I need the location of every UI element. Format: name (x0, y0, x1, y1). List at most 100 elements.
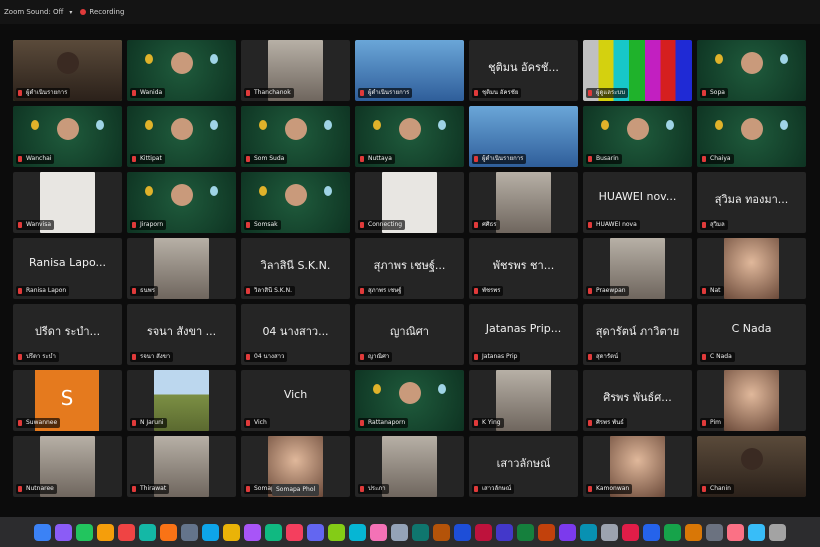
muted-mic-icon (702, 222, 706, 228)
participant-tile[interactable]: S Suwannee (13, 370, 122, 431)
dock-app-icon[interactable] (706, 523, 723, 541)
dock-app-icon[interactable] (769, 523, 786, 541)
dock-app-icon[interactable] (223, 523, 240, 541)
dock-app-icon[interactable] (559, 523, 576, 541)
muted-mic-icon (474, 420, 478, 426)
participant-tile[interactable]: Thanchanok (241, 40, 350, 101)
dock-app-icon[interactable] (118, 523, 135, 541)
decoration-icon (145, 120, 153, 130)
participant-tile[interactable]: ปรีดา ระบำ... ปรีดา ระบำ (13, 304, 122, 365)
dock-app-icon[interactable] (55, 523, 72, 541)
dock-app-icon[interactable] (517, 523, 534, 541)
participant-tile[interactable]: พัชรพร ชา... พัชรพร (469, 238, 578, 299)
dock-app-icon[interactable] (370, 523, 387, 541)
participant-tile[interactable]: สุดารัตน์ ภาวิตาย สุดารัตน์ (583, 304, 692, 365)
participant-tile[interactable]: Wanvisa (13, 172, 122, 233)
participant-tile[interactable]: สุวิมล ทองมา... สุวิมล (697, 172, 806, 233)
participant-tile[interactable]: ประภา (355, 436, 464, 497)
participant-tile[interactable]: Nutnaree (13, 436, 122, 497)
participant-tile[interactable]: K Ying (469, 370, 578, 431)
participant-tile[interactable]: Nat (697, 238, 806, 299)
muted-mic-icon (132, 288, 136, 294)
participant-tile[interactable]: Chaiya (697, 106, 806, 167)
participant-display-name: วิลาสินี S.K.N. (260, 259, 331, 272)
participant-tile[interactable]: ชุติมน อัครชั... ชุติมน อัครชัย (469, 40, 578, 101)
dock-app-icon[interactable] (349, 523, 366, 541)
participant-tile[interactable]: Kittipat (127, 106, 236, 167)
muted-mic-icon (702, 354, 706, 360)
participant-tile[interactable]: Vich Vich (241, 370, 350, 431)
participant-tile[interactable]: 04 นางสาว... 04 นางสาว (241, 304, 350, 365)
dock-app-icon[interactable] (475, 523, 492, 541)
dock-app-icon[interactable] (727, 523, 744, 541)
dock-app-icon[interactable] (412, 523, 429, 541)
participant-tile[interactable]: Nuttaya (355, 106, 464, 167)
recording-label: Recording (89, 8, 125, 16)
dock-app-icon[interactable] (748, 523, 765, 541)
participant-tile[interactable]: สุภาพร เชษฐ์... สุภาพร เชษฐ์ (355, 238, 464, 299)
participant-tile[interactable]: Busarin (583, 106, 692, 167)
dock-app-icon[interactable] (433, 523, 450, 541)
participant-tile[interactable]: Wanchai (13, 106, 122, 167)
participant-tile[interactable]: Rattanaporn (355, 370, 464, 431)
participant-tile[interactable]: N Jaruni (127, 370, 236, 431)
participant-tile[interactable]: Connecting (355, 172, 464, 233)
dock-app-icon[interactable] (181, 523, 198, 541)
participant-tile[interactable]: Ranisa Lapo... Ranisa Lapon (13, 238, 122, 299)
participant-tile[interactable]: C Nada C Nada (697, 304, 806, 365)
dock-app-icon[interactable] (328, 523, 345, 541)
participant-tile[interactable]: Chanin (697, 436, 806, 497)
participant-video (56, 52, 79, 74)
dock-app-icon[interactable] (601, 523, 618, 541)
dock-app-icon[interactable] (685, 523, 702, 541)
muted-mic-icon (132, 222, 136, 228)
participant-tile[interactable]: ธนพร (127, 238, 236, 299)
participant-tile[interactable]: Jiraporn (127, 172, 236, 233)
dock-app-icon[interactable] (622, 523, 639, 541)
participant-tile[interactable]: ผู้ดำเนินรายการ (13, 40, 122, 101)
chevron-down-icon[interactable]: ▾ (69, 9, 72, 16)
dock-app-icon[interactable] (580, 523, 597, 541)
dock-app-icon[interactable] (244, 523, 261, 541)
dock-app-icon[interactable] (643, 523, 660, 541)
participant-tile[interactable]: Sopa (697, 40, 806, 101)
dock-app-icon[interactable] (307, 523, 324, 541)
dock-app-icon[interactable] (391, 523, 408, 541)
dock-app-icon[interactable] (538, 523, 555, 541)
participant-tile[interactable]: รจนา สังขา ... รจนา สังขา (127, 304, 236, 365)
participant-tile[interactable]: ศศิธร (469, 172, 578, 233)
participant-name-label: รจนา สังขา (130, 352, 174, 362)
participant-tile[interactable]: Kamonwan (583, 436, 692, 497)
participant-tile[interactable]: ผู้ดูแลระบบ (583, 40, 692, 101)
participant-tile[interactable]: HUAWEI nov... HUAWEI nova (583, 172, 692, 233)
dock-app-icon[interactable] (34, 523, 51, 541)
dock-app-icon[interactable] (139, 523, 156, 541)
participant-tile[interactable]: ผู้ดำเนินรายการ (469, 106, 578, 167)
participant-name-label: Wanida (130, 88, 166, 98)
dock-app-icon[interactable] (454, 523, 471, 541)
participant-tile[interactable]: Somsak (241, 172, 350, 233)
participant-tile[interactable]: Som Suda (241, 106, 350, 167)
dock-app-icon[interactable] (97, 523, 114, 541)
dock-app-icon[interactable] (286, 523, 303, 541)
dock-app-icon[interactable] (202, 523, 219, 541)
participant-tile[interactable]: ศิรพร พันธ์ศ... ศิรพร พันธ์ (583, 370, 692, 431)
dock-app-icon[interactable] (265, 523, 282, 541)
participant-tile[interactable]: วิลาสินี S.K.N. วิลาสินี S.K.N. (241, 238, 350, 299)
participant-name-label: Wanvisa (16, 220, 55, 230)
participant-tile[interactable]: ญาณิศา ญาณิศา (355, 304, 464, 365)
dock-app-icon[interactable] (496, 523, 513, 541)
participant-tile[interactable]: Jatanas Prip... Jatanas Prip (469, 304, 578, 365)
participant-tile[interactable]: Wanida (127, 40, 236, 101)
participant-tile[interactable]: Thirawat (127, 436, 236, 497)
muted-mic-icon (246, 222, 250, 228)
dock-app-icon[interactable] (76, 523, 93, 541)
participant-tile[interactable]: ผู้ดำเนินรายการ (355, 40, 464, 101)
dock-app-icon[interactable] (664, 523, 681, 541)
participant-tile[interactable]: Praewpan (583, 238, 692, 299)
participant-tile[interactable]: Pim (697, 370, 806, 431)
muted-mic-icon (246, 288, 250, 294)
participant-tile[interactable]: เสาวลักษณ์ เสาวลักษณ์ (469, 436, 578, 497)
sound-source-label[interactable]: Zoom Sound: Off (4, 8, 63, 16)
dock-app-icon[interactable] (160, 523, 177, 541)
